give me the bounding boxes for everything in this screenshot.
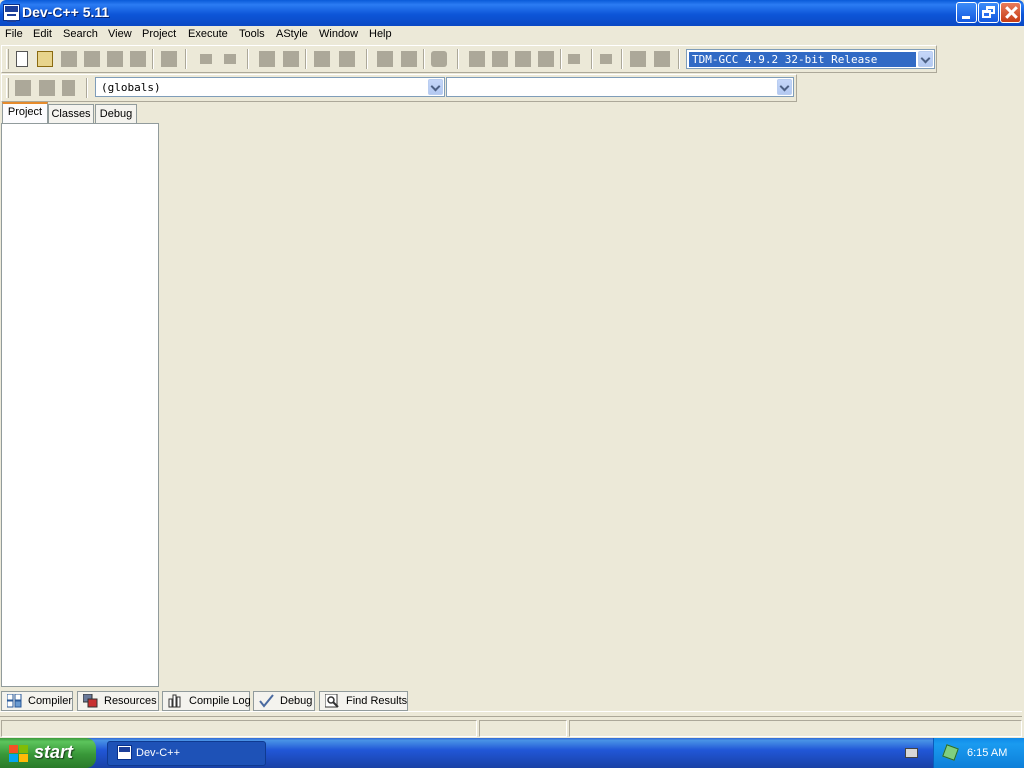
bottom-tab-compile-log[interactable]: Compile Log xyxy=(162,691,251,711)
compiler-select[interactable]: TDM-GCC 4.9.2 32-bit Release xyxy=(686,49,935,69)
run-icon[interactable] xyxy=(492,51,508,67)
globals-select-value: (globals) xyxy=(101,81,161,94)
menu-view[interactable]: View xyxy=(108,28,132,40)
tab-debug[interactable]: Debug xyxy=(95,104,137,123)
class-browser-icon[interactable] xyxy=(62,80,75,96)
compile-log-chart-icon xyxy=(168,694,183,708)
redo-icon[interactable] xyxy=(224,54,236,64)
print-icon[interactable] xyxy=(161,51,177,67)
menu-edit[interactable]: Edit xyxy=(33,28,52,40)
compiler-select-value: TDM-GCC 4.9.2 32-bit Release xyxy=(689,52,916,67)
devcpp-app-icon[interactable] xyxy=(3,4,20,22)
menu-file[interactable]: File xyxy=(5,28,23,40)
rebuild-all-icon[interactable] xyxy=(538,51,554,67)
bottom-tab-resources[interactable]: Resources xyxy=(77,691,159,711)
bottom-tab-compiler[interactable]: Compiler xyxy=(1,691,73,711)
menu-astyle[interactable]: AStyle xyxy=(276,28,308,40)
bottom-tab-label: Find Results xyxy=(346,695,408,707)
menu-search[interactable]: Search xyxy=(63,28,98,40)
toggle-comment-icon[interactable] xyxy=(39,80,55,96)
undo-icon[interactable] xyxy=(200,54,212,64)
search-text-icon[interactable] xyxy=(377,51,393,67)
minimize-icon xyxy=(962,16,970,19)
tab-classes[interactable]: Classes xyxy=(48,104,94,123)
chevron-down-icon[interactable] xyxy=(428,79,443,95)
title-bar[interactable] xyxy=(0,0,1024,26)
status-cell xyxy=(479,720,567,737)
bottom-tab-label: Debug xyxy=(280,695,313,707)
toggle-bookmark-icon[interactable] xyxy=(314,51,330,67)
toolbar-grip[interactable] xyxy=(6,78,9,98)
compile-run-icon[interactable] xyxy=(515,51,531,67)
bottom-tab-label: Resources xyxy=(104,695,157,707)
delete-profile-icon[interactable] xyxy=(654,51,670,67)
editor-area[interactable] xyxy=(161,100,1024,688)
close-file-icon[interactable] xyxy=(107,51,123,67)
globals-select[interactable]: (globals) xyxy=(95,77,445,97)
stop-execution-icon[interactable] xyxy=(600,54,612,64)
save-icon[interactable] xyxy=(61,51,77,67)
bottom-tab-find-results[interactable]: Find Results xyxy=(319,691,408,711)
new-file-icon[interactable] xyxy=(16,51,28,67)
replace-text-icon[interactable] xyxy=(401,51,417,67)
bottom-tab-label: Compile Log xyxy=(189,695,251,707)
menu-project[interactable]: Project xyxy=(142,28,176,40)
bottom-tab-label: Compiler xyxy=(28,695,73,707)
profile-icon[interactable] xyxy=(630,51,646,67)
status-cell xyxy=(569,720,1022,737)
windows-flag-icon xyxy=(9,745,29,763)
start-label: start xyxy=(34,742,74,762)
indent-icon[interactable] xyxy=(259,51,275,67)
status-cell xyxy=(1,720,477,737)
open-file-icon[interactable] xyxy=(37,51,53,67)
close-button[interactable] xyxy=(1000,2,1021,23)
resources-icon xyxy=(82,693,98,708)
chevron-down-icon[interactable] xyxy=(777,79,792,95)
bottom-tab-debug[interactable]: Debug xyxy=(253,691,315,711)
menu-execute[interactable]: Execute xyxy=(188,28,228,40)
menu-bar: File Edit Search View Project Execute To… xyxy=(0,26,1024,44)
project-tree-panel[interactable] xyxy=(1,123,159,687)
keyboard-icon[interactable] xyxy=(905,748,918,758)
goto-bookmark-icon[interactable] xyxy=(339,51,355,67)
devcpp-app-icon xyxy=(117,745,132,760)
menu-help[interactable]: Help xyxy=(369,28,392,40)
chevron-down-icon[interactable] xyxy=(918,51,933,67)
debug-checkmark-icon xyxy=(259,694,274,708)
clock[interactable]: 6:15 AM xyxy=(967,747,1007,759)
find-results-magnifier-icon xyxy=(324,693,340,708)
restore-button[interactable] xyxy=(978,2,999,23)
minimize-button[interactable] xyxy=(956,2,977,23)
goto-line-icon[interactable] xyxy=(431,51,447,67)
taskbar-item-label: Dev-C++ xyxy=(136,747,181,759)
close-all-icon[interactable] xyxy=(130,51,146,67)
menu-window[interactable]: Window xyxy=(319,28,358,40)
compiler-grid-icon xyxy=(6,693,22,708)
panel-splitter[interactable] xyxy=(0,711,1022,717)
member-select[interactable] xyxy=(446,77,794,97)
menu-tools[interactable]: Tools xyxy=(239,28,265,40)
save-all-icon[interactable] xyxy=(84,51,100,67)
insert-code-icon[interactable] xyxy=(15,80,31,96)
compile-icon[interactable] xyxy=(469,51,485,67)
syntax-check-icon[interactable] xyxy=(568,54,580,64)
tab-project[interactable]: Project xyxy=(2,102,48,123)
window-title: Dev-C++ 5.11 xyxy=(22,4,110,20)
toolbar-grip[interactable] xyxy=(6,49,9,69)
unindent-icon[interactable] xyxy=(283,51,299,67)
